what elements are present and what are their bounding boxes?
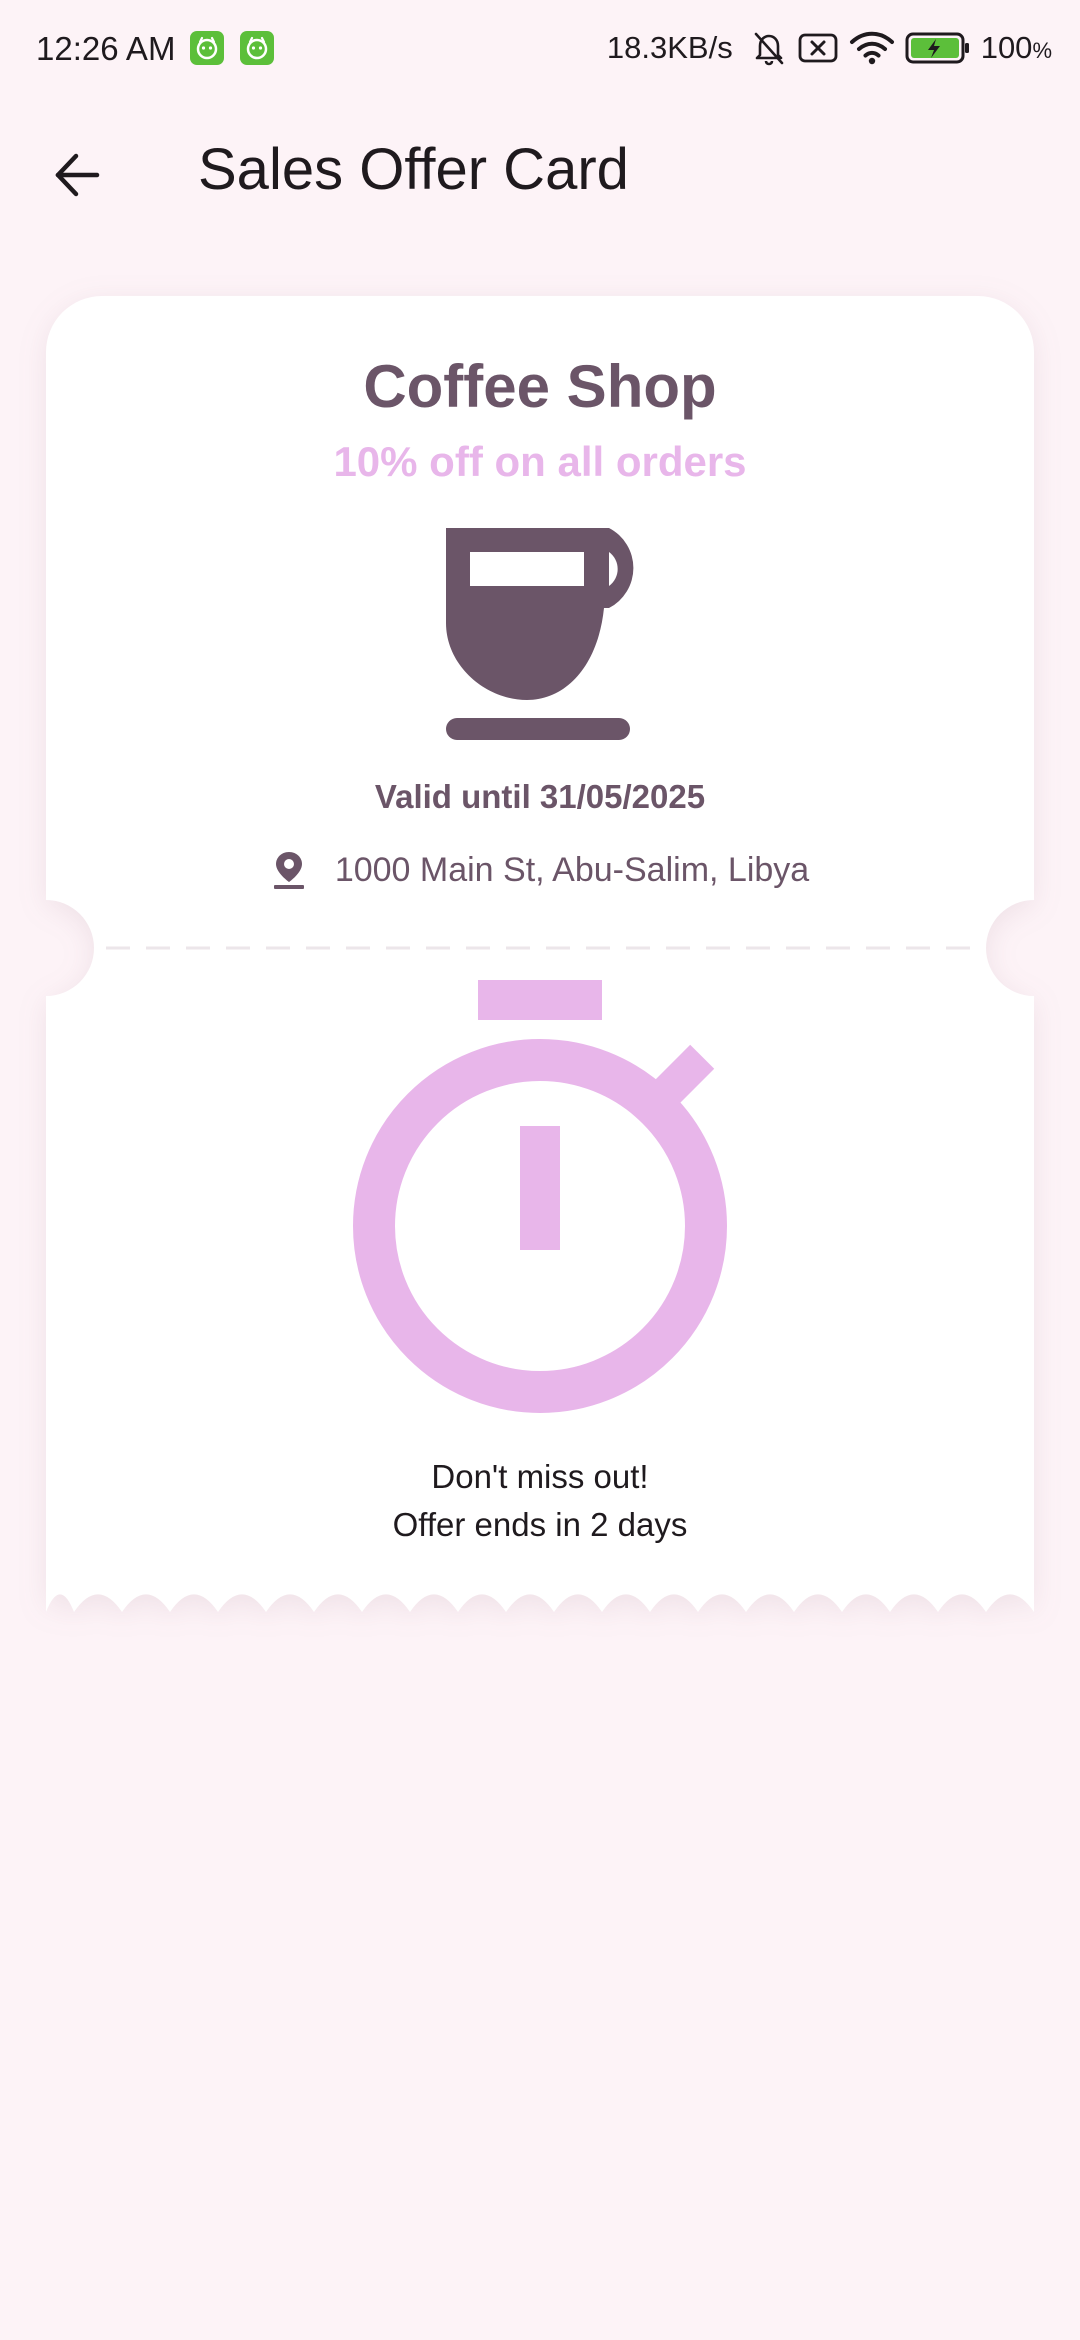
- address-row: 1000 Main St, Abu-Salim, Libya: [46, 850, 1034, 890]
- status-right-group: 18.3KB/s 100%: [607, 26, 1052, 70]
- app-notification-icon: [190, 31, 224, 65]
- status-time: 12:26 AM: [36, 30, 176, 67]
- battery-level: 100%: [980, 30, 1052, 65]
- status-bar: 12:26 AM 18.3KB/s 100%: [0, 0, 1080, 100]
- countdown-remaining: Offer ends in 2 days: [392, 1506, 688, 1543]
- bell-muted-icon: [751, 29, 787, 67]
- wifi-icon: [849, 30, 895, 66]
- sim-disabled-icon: [797, 31, 839, 65]
- countdown-headline: Don't miss out!: [431, 1458, 649, 1495]
- app-notification-icon: [240, 31, 274, 65]
- battery-charging-icon: [905, 31, 971, 65]
- page-title: Sales Offer Card: [198, 137, 629, 202]
- discount-text: 10% off on all orders: [333, 438, 747, 485]
- coffee-cup-icon: [446, 528, 634, 740]
- offer-card[interactable]: [46, 296, 1034, 1636]
- network-speed: 18.3KB/s: [606, 30, 733, 65]
- back-button[interactable]: [40, 138, 114, 212]
- location-pin-icon: [273, 852, 304, 889]
- shop-name: Coffee Shop: [363, 353, 717, 420]
- app-bar: Sales Offer Card: [0, 110, 1080, 230]
- address-text: 1000 Main St, Abu-Salim, Libya: [334, 850, 810, 889]
- arrow-back-icon: [55, 153, 100, 197]
- valid-until: Valid until 31/05/2025: [374, 778, 706, 815]
- stopwatch-icon: [353, 980, 727, 1413]
- ticket-shape: [46, 296, 1034, 1612]
